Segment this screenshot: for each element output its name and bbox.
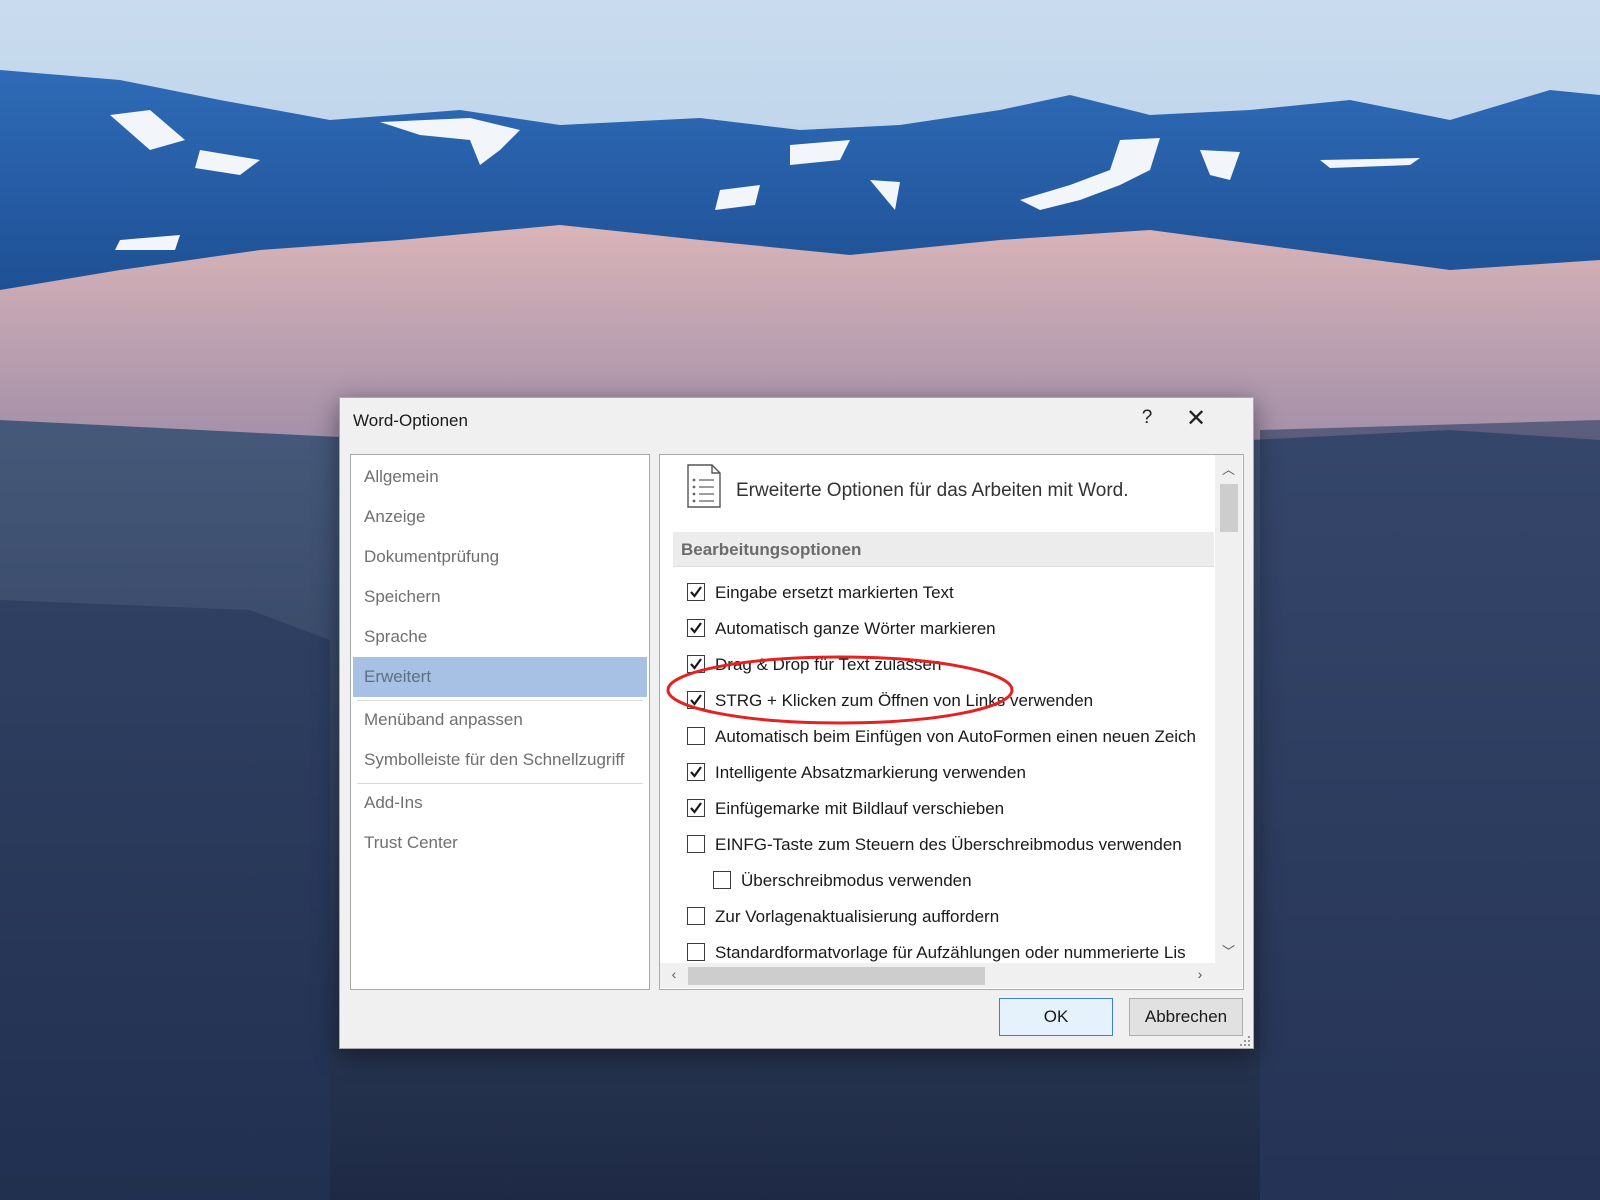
nav-item-sprache[interactable]: Sprache <box>353 617 647 657</box>
horizontal-scroll-thumb[interactable] <box>688 967 985 985</box>
option-row[interactable]: Automatisch ganze Wörter markieren <box>687 616 1243 644</box>
option-label: Zur Vorlagenaktualisierung auffordern <box>715 907 1000 926</box>
scroll-right-arrow-icon[interactable]: › <box>1190 966 1210 986</box>
checkbox-unchecked[interactable] <box>687 943 705 961</box>
option-row[interactable]: EINFG-Taste zum Steuern des Überschreibm… <box>687 832 1243 860</box>
nav-item-add-ins[interactable]: Add-Ins <box>353 783 647 823</box>
scroll-up-arrow-icon[interactable]: ︿ <box>1215 459 1242 479</box>
option-row[interactable]: Zur Vorlagenaktualisierung auffordern <box>687 904 1243 932</box>
checkbox-checked[interactable] <box>687 763 705 781</box>
nav-item-symbolleiste[interactable]: Symbolleiste für den Schnellzugriff <box>353 740 647 780</box>
nav-item-erweitert[interactable]: Erweitert <box>353 657 647 697</box>
option-row[interactable]: Intelligente Absatzmarkierung verwenden <box>687 760 1243 788</box>
checkbox-checked[interactable] <box>687 655 705 673</box>
nav-item-trust-center[interactable]: Trust Center <box>353 823 647 863</box>
vertical-scrollbar[interactable]: ︿ ﹀ <box>1215 455 1242 963</box>
checkbox-unchecked[interactable] <box>687 835 705 853</box>
option-label: Überschreibmodus verwenden <box>741 871 972 890</box>
option-row[interactable]: Einfügemarke mit Bildlauf verschieben <box>687 796 1243 824</box>
nav-item-speichern[interactable]: Speichern <box>353 577 647 617</box>
help-icon: ? <box>1141 407 1153 428</box>
scroll-down-arrow-icon[interactable]: ﹀ <box>1215 941 1242 961</box>
panel-header: Erweiterte Optionen für das Arbeiten mit… <box>736 480 1129 501</box>
option-row[interactable]: Automatisch beim Einfügen von AutoFormen… <box>687 724 1243 752</box>
option-row-indented[interactable]: Überschreibmodus verwenden <box>713 868 1213 896</box>
nav-item-menueband-anpassen[interactable]: Menüband anpassen <box>353 700 647 740</box>
option-label: STRG + Klicken zum Öffnen von Links verw… <box>715 691 1094 710</box>
nav-item-dokumentpruefung[interactable]: Dokumentprüfung <box>353 537 647 577</box>
dialog-title: Word-Optionen <box>353 411 468 430</box>
checkbox-checked[interactable] <box>687 619 705 637</box>
option-label: Standardformatvorlage für Aufzählungen o… <box>715 943 1186 962</box>
close-button[interactable]: ✕ <box>1174 398 1218 438</box>
option-label: Eingabe ersetzt markierten Text <box>715 583 954 602</box>
section-header: Bearbeitungsoptionen <box>673 532 1214 567</box>
document-list-icon <box>687 464 721 508</box>
vertical-scroll-thumb[interactable] <box>1220 484 1238 532</box>
word-options-dialog: Word-Optionen ? ✕ Allgemein Anzeige Doku… <box>339 397 1254 1049</box>
option-row[interactable]: Drag & Drop für Text zulassen <box>687 652 1243 680</box>
scrollbar-corner <box>1215 963 1242 988</box>
dialog-titlebar[interactable]: Word-Optionen ? ✕ <box>340 398 1253 442</box>
option-label: EINFG-Taste zum Steuern des Überschreibm… <box>715 835 1182 854</box>
checkbox-checked[interactable] <box>687 583 705 601</box>
help-button[interactable]: ? <box>1125 398 1169 438</box>
cancel-button[interactable]: Abbrechen <box>1129 998 1243 1036</box>
checkbox-checked[interactable] <box>687 691 705 709</box>
option-label: Drag & Drop für Text zulassen <box>715 655 942 674</box>
option-label: Automatisch beim Einfügen von AutoFormen… <box>715 727 1197 746</box>
checkbox-unchecked[interactable] <box>687 907 705 925</box>
option-label: Intelligente Absatzmarkierung verwenden <box>715 763 1026 782</box>
ok-button[interactable]: OK <box>999 998 1113 1036</box>
close-icon: ✕ <box>1185 404 1207 432</box>
nav-item-allgemein[interactable]: Allgemein <box>353 457 647 497</box>
options-category-list: Allgemein Anzeige Dokumentprüfung Speich… <box>350 454 650 990</box>
checkbox-unchecked[interactable] <box>687 727 705 745</box>
checkbox-unchecked[interactable] <box>713 871 731 889</box>
advanced-options-panel: Erweiterte Optionen für das Arbeiten mit… <box>659 454 1244 990</box>
option-row[interactable]: Eingabe ersetzt markierten Text <box>687 580 1243 608</box>
option-label: Automatisch ganze Wörter markieren <box>715 619 996 638</box>
option-row-ctrl-click-links[interactable]: STRG + Klicken zum Öffnen von Links verw… <box>687 688 1243 716</box>
nav-item-anzeige[interactable]: Anzeige <box>353 497 647 537</box>
horizontal-scrollbar[interactable]: ‹ › <box>660 963 1215 988</box>
checkbox-checked[interactable] <box>687 799 705 817</box>
option-label: Einfügemarke mit Bildlauf verschieben <box>715 799 1005 818</box>
resize-grip-icon[interactable] <box>1240 1036 1251 1047</box>
scroll-left-arrow-icon[interactable]: ‹ <box>664 966 684 986</box>
section-title: Bearbeitungsoptionen <box>681 540 862 559</box>
